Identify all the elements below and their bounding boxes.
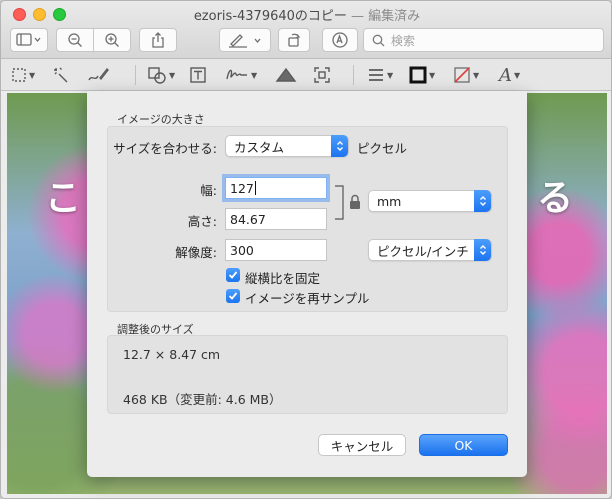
width-value: 127 (230, 180, 254, 196)
selection-tool-button[interactable]: ▼ (11, 63, 35, 87)
markup-pen-icon (229, 34, 261, 48)
sign-tool-button[interactable]: ▼ (225, 63, 257, 87)
share-icon (152, 32, 164, 48)
instant-alpha-button[interactable] (52, 63, 70, 87)
fit-unit-label: ピクセル (357, 141, 408, 156)
popup-arrows-icon (474, 239, 491, 261)
popup-arrows-icon (474, 190, 491, 212)
lock-icon[interactable] (349, 194, 361, 213)
unit-popup[interactable]: mm (368, 190, 492, 212)
markup-separator (135, 65, 136, 85)
sidebar-icon (16, 33, 41, 46)
fit-into-value: カスタム (234, 139, 285, 155)
image-size-heading: イメージの大きさ (117, 113, 205, 126)
scale-proportionally-label[interactable]: 縦横比を固定 (245, 268, 320, 287)
resample-checkbox[interactable] (226, 289, 240, 303)
line-style-button[interactable]: ▼ (367, 63, 393, 87)
adjust-color-button[interactable] (275, 63, 297, 87)
edited-status: — 編集済み (346, 9, 421, 24)
resolution-unit-popup[interactable]: ピクセル/インチ (368, 239, 492, 261)
scale-proportionally-checkbox[interactable] (226, 268, 240, 282)
adjust-color-icon (275, 67, 297, 82)
preview-window: ezoris-4379640のコピー — 編集済み 検索 ▼ ▼ ▼ ▼ ▼ ▼… (0, 0, 612, 499)
search-icon (372, 34, 385, 46)
markup-separator (353, 65, 354, 85)
border-color-icon (409, 66, 427, 84)
markup-toolbar-button[interactable] (219, 28, 271, 52)
height-field[interactable]: 84.67 (225, 208, 327, 230)
adjust-size-dialog: イメージの大きさ サイズを合わせる: カスタム ピクセル 幅: 127 高さ: … (87, 91, 527, 477)
share-button[interactable] (139, 28, 177, 52)
width-label: 幅: (200, 183, 217, 198)
sidebar-button[interactable] (10, 28, 48, 52)
resolution-value: 300 (230, 242, 254, 258)
text-tool-button[interactable] (189, 63, 207, 87)
rotate-button[interactable] (278, 28, 310, 52)
height-value: 84.67 (230, 211, 266, 227)
adjust-size-icon (314, 67, 330, 83)
text-style-button[interactable]: A ▼ (499, 63, 520, 87)
sign-icon (226, 69, 247, 80)
shapes-icon (148, 67, 166, 84)
zoom-out-button[interactable] (56, 28, 94, 52)
markup-toolbar: ▼ ▼ ▼ ▼ ▼ ▼ A ▼ (1, 59, 611, 91)
search-field[interactable]: 検索 (363, 28, 604, 52)
checkmark-icon (228, 271, 238, 279)
selection-icon (12, 68, 26, 82)
fit-into-popup[interactable]: カスタム (225, 135, 349, 157)
cancel-button[interactable]: キャンセル (318, 434, 406, 456)
ok-button[interactable]: OK (419, 434, 508, 456)
shapes-tool-button[interactable]: ▼ (147, 63, 175, 87)
zoom-in-button[interactable] (93, 28, 131, 52)
title-bar: ezoris-4379640のコピー — 編集済み 検索 (1, 1, 611, 59)
resample-label[interactable]: イメージを再サンプル (245, 288, 369, 307)
resolution-unit-value: ピクセル/インチ (377, 243, 469, 259)
rotate-icon (288, 33, 301, 47)
annotate-icon (332, 32, 348, 48)
zoom-out-icon (68, 33, 82, 47)
text-icon (190, 67, 206, 83)
instant-alpha-icon (54, 67, 68, 83)
width-field[interactable]: 127 (225, 177, 327, 199)
document-name: ezoris-4379640のコピー (193, 9, 347, 24)
zoom-in-icon (105, 33, 119, 47)
image-overlay-text-right: る (537, 178, 574, 219)
resulting-filesize: 468 KB（変更前: 4.6 MB） (123, 392, 282, 407)
image-overlay-text-left: こ (45, 178, 82, 219)
fit-into-label: サイズを合わせる: (113, 141, 217, 156)
annotate-button[interactable] (322, 28, 358, 52)
resulting-dimensions: 12.7 × 8.47 cm (123, 347, 221, 362)
unit-value: mm (377, 193, 402, 209)
sketch-tool-button[interactable] (87, 63, 109, 87)
resolution-label: 解像度: (175, 245, 217, 260)
adjust-size-button[interactable] (313, 63, 331, 87)
resolution-field[interactable]: 300 (225, 239, 327, 261)
fill-color-button[interactable]: ▼ (453, 63, 479, 87)
search-placeholder: 検索 (391, 33, 416, 48)
border-color-button[interactable]: ▼ (409, 63, 435, 87)
height-label: 高さ: (187, 214, 217, 229)
text-cursor (254, 181, 256, 195)
fill-color-icon (454, 67, 470, 83)
checkmark-icon (228, 292, 238, 300)
popup-arrows-icon (331, 135, 348, 157)
text-style-icon: A (499, 64, 512, 86)
line-style-icon (369, 69, 383, 81)
window-title: ezoris-4379640のコピー — 編集済み (1, 5, 611, 24)
sketch-icon (88, 67, 109, 81)
